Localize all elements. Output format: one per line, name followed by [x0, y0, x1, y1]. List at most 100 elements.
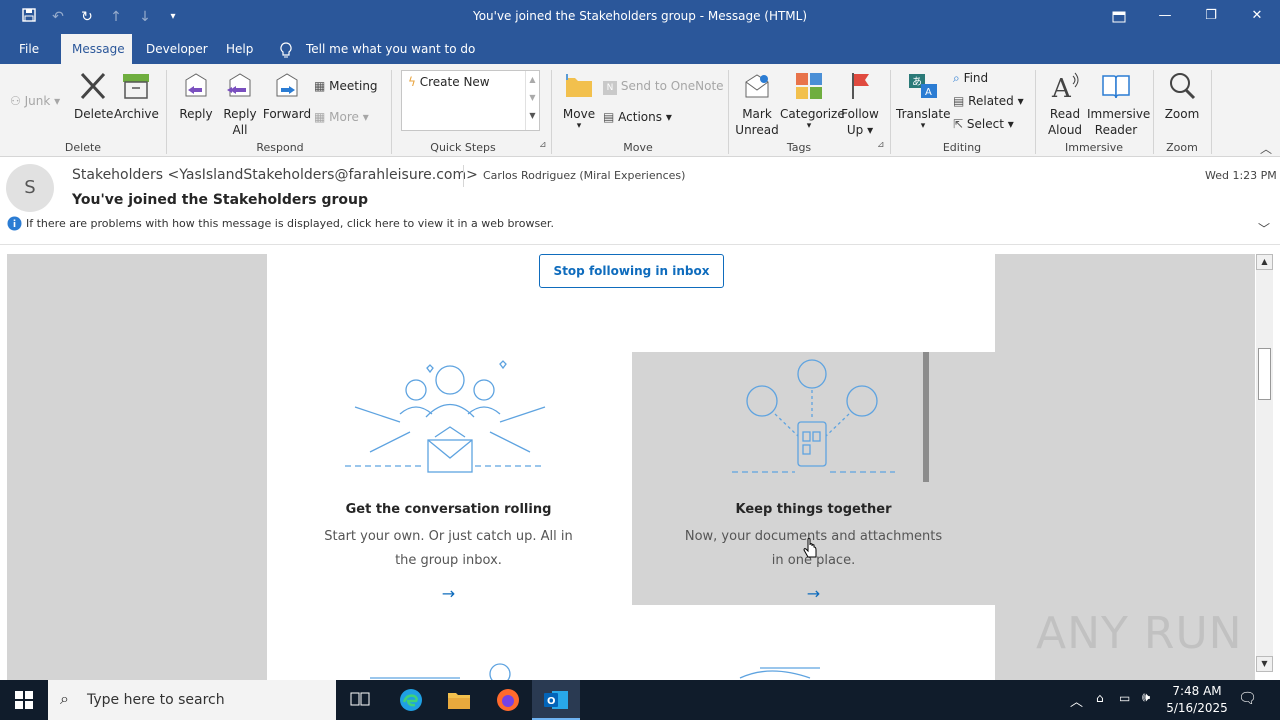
search-placeholder: Type here to search — [87, 692, 225, 708]
group-label-delete: Delete — [64, 141, 102, 154]
dialog-launcher-icon[interactable]: ⊿ — [877, 140, 885, 150]
delete-button[interactable]: Delete — [74, 70, 113, 122]
tab-developer[interactable]: Developer — [135, 34, 219, 64]
flag-icon — [852, 73, 869, 99]
immersive-reader-button[interactable]: Immersive Reader — [1087, 70, 1150, 138]
scroll-thumb[interactable] — [1258, 348, 1271, 400]
send-to-onenote-button[interactable]: N Send to OneNote — [603, 79, 724, 95]
svg-text:A: A — [925, 87, 932, 98]
tray-chevron-icon[interactable]: ︿ — [1070, 691, 1083, 710]
scroll-up-icon[interactable]: ▲ — [1256, 254, 1273, 270]
volume-icon[interactable]: 🕪 — [1142, 690, 1150, 705]
network-icon[interactable]: ▭ — [1119, 691, 1130, 705]
recipient-name[interactable]: Carlos Rodriguez (Miral Experiences) — [483, 169, 685, 182]
calendar-icon: ▦ — [314, 79, 326, 93]
stop-following-button[interactable]: Stop following in inbox — [539, 254, 724, 288]
card-description: Start your own. Or just catch up. All in… — [324, 529, 573, 568]
categorize-icon — [796, 73, 822, 99]
people-phone-illustration — [732, 359, 895, 473]
edge-icon[interactable] — [387, 680, 435, 720]
arrow-right-icon[interactable]: → — [267, 584, 630, 603]
title-bar: ↶ ↻ ↑ ↓ ▾ You've joined the Stakeholders… — [0, 0, 1280, 34]
meet-now-icon[interactable]: ⌂ — [1096, 691, 1104, 705]
file-explorer-icon[interactable] — [435, 680, 483, 720]
ribbon-separator — [728, 70, 729, 154]
group-label-respond: Respond — [256, 141, 304, 154]
related-icon: ▤ — [953, 94, 965, 108]
tab-help[interactable]: Help — [215, 34, 264, 64]
select-button[interactable]: ⇱ Select ▾ — [953, 117, 1014, 131]
reply-all-button[interactable]: Reply All — [220, 70, 260, 138]
windows-start-icon[interactable] — [0, 680, 48, 720]
ribbon-separator — [551, 70, 552, 154]
reply-all-icon — [227, 73, 251, 97]
junk-button[interactable]: ⚇ Junk ▾ — [10, 94, 60, 108]
scroll-down-icon[interactable]: ▼ — [1256, 656, 1273, 672]
close-icon[interactable]: ✕ — [1234, 0, 1280, 34]
notifications-icon[interactable]: 🗨 — [1238, 689, 1257, 707]
collapse-ribbon-icon[interactable]: ︿ — [1260, 140, 1272, 157]
gallery-scroll[interactable]: ▲ ▼ ▼ — [525, 71, 539, 130]
immersive-reader-icon — [1102, 75, 1130, 99]
restore-icon[interactable]: ❐ — [1188, 0, 1234, 34]
group-label-immersive: Immersive — [1064, 141, 1124, 154]
sender-address[interactable]: Stakeholders <YasIslandStakeholders@fara… — [72, 167, 478, 183]
read-aloud-button[interactable]: A Read Aloud — [1043, 70, 1087, 138]
reply-icon — [185, 73, 207, 97]
card-conversation: Get the conversation rolling Start your … — [267, 352, 630, 605]
group-envelope-illustration — [345, 360, 546, 473]
ribbon-display-options-icon[interactable] — [1096, 0, 1142, 34]
dialog-launcher-icon[interactable]: ⊿ — [539, 140, 547, 150]
arrow-right-icon[interactable]: → — [632, 584, 995, 603]
junk-icon: ⚇ — [10, 94, 21, 108]
create-new-quick-step[interactable]: ϟ Create New — [408, 75, 490, 89]
actions-button[interactable]: ▤ Actions ▾ — [603, 110, 672, 124]
vertical-scrollbar[interactable]: ▲ ▼ — [1256, 254, 1273, 672]
clock[interactable]: 7:48 AM 5/16/2025 — [1166, 683, 1228, 717]
message-subject: You've joined the Stakeholders group — [72, 192, 369, 208]
left-margin — [7, 254, 267, 680]
ribbon-separator — [1153, 70, 1154, 154]
taskbar-search[interactable]: ⌕ Type here to search — [48, 680, 336, 720]
task-view-icon[interactable] — [336, 680, 384, 720]
ribbon: ⚇ Junk ▾ Delete Archive Delete Reply Rep… — [0, 64, 1280, 157]
expand-header-icon[interactable]: ﹀ — [1258, 220, 1270, 237]
outlook-icon[interactable]: O — [532, 680, 580, 720]
translate-button[interactable]: あA Translate ▾ — [896, 70, 951, 131]
archive-box-icon — [123, 74, 149, 99]
tab-message[interactable]: Message — [61, 34, 132, 64]
read-aloud-icon: A — [1051, 72, 1079, 104]
group-label-editing: Editing — [942, 141, 982, 154]
archive-button[interactable]: Archive — [114, 70, 159, 122]
lightbulb-icon — [270, 34, 292, 64]
related-button[interactable]: ▤ Related ▾ — [953, 94, 1024, 108]
tell-me-search[interactable]: Tell me what you want to do — [295, 34, 486, 64]
svg-text:O: O — [547, 696, 556, 707]
zoom-button[interactable]: Zoom — [1160, 70, 1204, 122]
avatar: S — [6, 164, 54, 212]
group-label-quick-steps: Quick Steps — [430, 141, 496, 154]
quick-steps-gallery[interactable]: ϟ Create New ▲ ▼ ▼ — [401, 70, 540, 131]
meeting-button[interactable]: ▦ Meeting — [314, 79, 378, 93]
forward-icon — [276, 73, 298, 97]
delete-x-icon — [80, 72, 106, 100]
minimize-icon[interactable]: — — [1142, 0, 1188, 34]
follow-up-button[interactable]: Follow Up ▾ — [840, 70, 880, 138]
tab-file[interactable]: File — [8, 34, 50, 64]
more-button[interactable]: ▦ More ▾ — [314, 110, 369, 124]
reply-button[interactable]: Reply — [176, 70, 216, 122]
move-button[interactable]: Move ▾ — [560, 70, 598, 131]
find-button[interactable]: ⌕ Find — [953, 71, 988, 86]
window-title: You've joined the Stakeholders group - M… — [472, 9, 808, 23]
card-title: Get the conversation rolling — [345, 502, 552, 517]
info-bar[interactable]: If there are problems with how this mess… — [26, 217, 554, 230]
mark-unread-button[interactable]: Mark Unread — [734, 70, 780, 138]
group-label-tags: Tags — [786, 141, 812, 154]
firefox-icon[interactable] — [484, 680, 532, 720]
magnifier-icon — [1170, 73, 1196, 100]
categorize-button[interactable]: Categorize ▾ — [780, 70, 845, 131]
actions-icon: ▤ — [603, 110, 615, 124]
forward-button[interactable]: Forward — [262, 70, 312, 122]
message-time: Wed 1:23 PM — [1205, 169, 1277, 182]
clock-date: 5/16/2025 — [1166, 701, 1228, 715]
